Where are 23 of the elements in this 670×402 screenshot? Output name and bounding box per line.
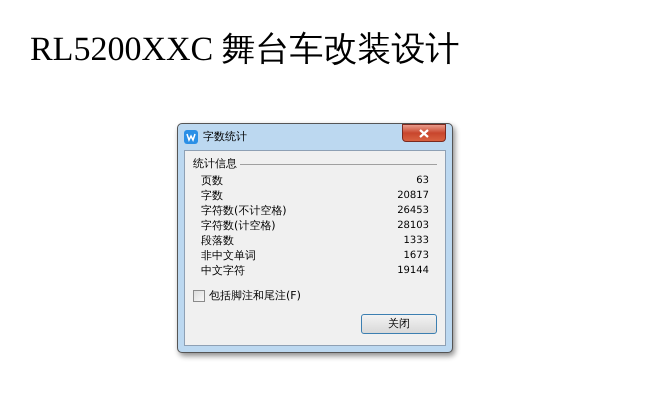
stat-label: 非中文单词 (201, 248, 256, 263)
stat-value: 28103 (397, 219, 429, 233)
stat-label: 字符数(不计空格) (201, 203, 287, 218)
slide-title: RL5200XXC 舞台车改装设计 (30, 30, 460, 70)
stat-value: 63 (416, 174, 429, 188)
stat-value: 20817 (397, 189, 429, 203)
stat-label: 段落数 (201, 233, 234, 248)
checkbox-label: 包括脚注和尾注(F) (209, 288, 301, 304)
stat-label: 字数 (201, 188, 223, 203)
checkbox[interactable] (193, 290, 205, 302)
app-logo-icon (184, 130, 198, 144)
stat-label: 页数 (201, 173, 223, 188)
stat-label: 字符数(计空格) (201, 218, 276, 233)
stat-value: 26453 (397, 204, 429, 218)
close-icon (419, 128, 429, 138)
window-title: 字数统计 (203, 128, 247, 145)
stat-value: 1673 (404, 249, 429, 263)
close-dialog-button[interactable]: 关闭 (361, 314, 437, 334)
close-button[interactable] (402, 124, 446, 142)
stat-value: 19144 (397, 264, 429, 278)
group-label: 统计信息 (193, 157, 237, 171)
stat-label: 中文字符 (201, 263, 245, 278)
stat-value: 1333 (404, 234, 429, 248)
